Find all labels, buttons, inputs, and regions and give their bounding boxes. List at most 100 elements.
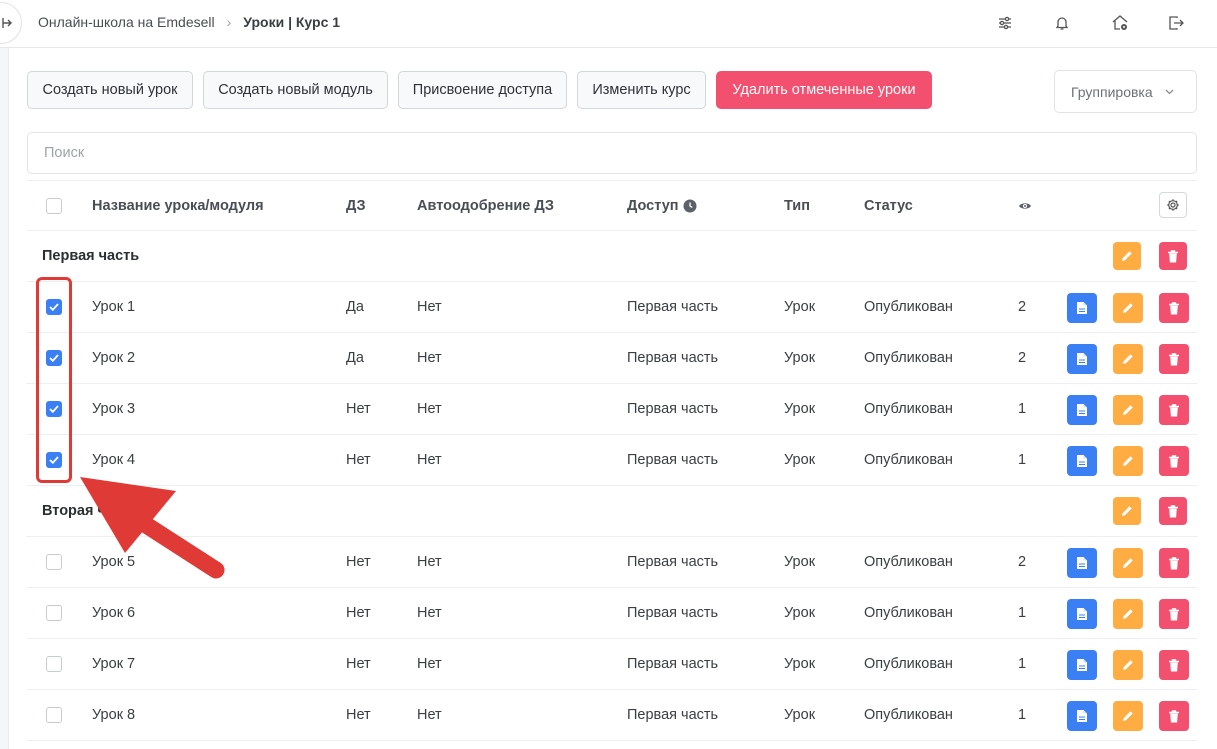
edit-lesson-button[interactable] bbox=[1113, 548, 1143, 578]
chevron-down-icon bbox=[1165, 86, 1174, 98]
delete-module-button[interactable] bbox=[1159, 497, 1187, 525]
lesson-name[interactable]: Урок 4 bbox=[92, 435, 135, 485]
document-icon bbox=[1077, 659, 1087, 671]
header-auto-approve[interactable]: Автоодобрение ДЗ bbox=[417, 181, 554, 230]
view-lesson-button[interactable] bbox=[1067, 344, 1097, 374]
bell-icon[interactable] bbox=[1052, 13, 1072, 33]
edit-lesson-button[interactable] bbox=[1113, 701, 1143, 731]
sidebar-collapse-button[interactable] bbox=[0, 2, 22, 44]
row-checkbox[interactable] bbox=[46, 707, 62, 723]
lesson-views: 1 bbox=[1018, 707, 1027, 723]
lesson-name[interactable]: Урок 5 bbox=[92, 537, 135, 587]
pencil-icon bbox=[1123, 711, 1133, 721]
trash-icon bbox=[1168, 249, 1178, 262]
row-checkbox[interactable] bbox=[46, 656, 62, 672]
trash-icon bbox=[1169, 658, 1179, 671]
pencil-icon bbox=[1123, 303, 1133, 313]
delete-lesson-button[interactable] bbox=[1159, 548, 1189, 578]
home-settings-icon[interactable] bbox=[1110, 13, 1130, 33]
collapse-icon bbox=[2, 18, 12, 28]
edit-lesson-button[interactable] bbox=[1113, 446, 1143, 476]
lesson-auto-approve: Нет bbox=[417, 401, 442, 417]
view-lesson-button[interactable] bbox=[1067, 395, 1097, 425]
select-all-cell bbox=[46, 181, 62, 230]
top-bar: Онлайн-школа на Emdesell › Уроки | Курс … bbox=[0, 0, 1217, 48]
create-lesson-button[interactable]: Создать новый урок bbox=[27, 71, 193, 109]
edit-course-button[interactable]: Изменить курс bbox=[577, 71, 706, 109]
lesson-access: Первая часть bbox=[627, 554, 719, 570]
search-input[interactable] bbox=[27, 132, 1197, 174]
lesson-name[interactable]: Урок 3 bbox=[92, 384, 135, 434]
lesson-hw: Да bbox=[346, 299, 364, 315]
delete-lesson-button[interactable] bbox=[1159, 395, 1189, 425]
edit-module-button[interactable] bbox=[1113, 242, 1141, 270]
table-row[interactable]: Урок 1 Да Нет Первая часть Урок Опублико… bbox=[27, 282, 1197, 333]
edit-module-button[interactable] bbox=[1113, 497, 1141, 525]
breadcrumb-school-link[interactable]: Онлайн-школа на Emdesell bbox=[38, 14, 215, 30]
edit-lesson-button[interactable] bbox=[1113, 650, 1143, 680]
trash-icon bbox=[1168, 504, 1178, 517]
lesson-name[interactable]: Урок 8 bbox=[92, 690, 135, 740]
assign-access-button[interactable]: Присвоение доступа bbox=[398, 71, 567, 109]
select-all-checkbox[interactable] bbox=[46, 197, 62, 214]
view-lesson-button[interactable] bbox=[1067, 293, 1097, 323]
row-checkbox[interactable] bbox=[46, 554, 62, 570]
lesson-type: Урок bbox=[784, 554, 816, 570]
lesson-views: 2 bbox=[1018, 299, 1027, 315]
header-hw[interactable]: ДЗ bbox=[346, 181, 366, 230]
view-lesson-button[interactable] bbox=[1067, 446, 1097, 476]
table-row[interactable]: Урок 2 Да Нет Первая часть Урок Опублико… bbox=[27, 333, 1197, 384]
header-status[interactable]: Статус bbox=[864, 181, 913, 230]
table-row[interactable]: Урок 3 Нет Нет Первая часть Урок Опублик… bbox=[27, 384, 1197, 435]
lesson-hw: Нет bbox=[346, 707, 371, 723]
delete-selected-button[interactable]: Удалить отмеченные уроки bbox=[716, 71, 932, 109]
delete-lesson-button[interactable] bbox=[1159, 599, 1189, 629]
trash-icon bbox=[1169, 352, 1179, 365]
delete-module-button[interactable] bbox=[1159, 242, 1187, 270]
row-checkbox[interactable] bbox=[46, 605, 62, 621]
module-title: Вторая ч bbox=[42, 503, 106, 519]
table-row[interactable]: Урок 7 Нет Нет Первая часть Урок Опублик… bbox=[27, 639, 1197, 690]
lesson-name[interactable]: Урок 7 bbox=[92, 639, 135, 689]
lesson-name[interactable]: Урок 1 bbox=[92, 282, 135, 332]
table-row[interactable]: Урок 6 Нет Нет Первая часть Урок Опублик… bbox=[27, 588, 1197, 639]
delete-lesson-button[interactable] bbox=[1159, 650, 1189, 680]
table-row[interactable]: Урок 5 Нет Нет Первая часть Урок Опублик… bbox=[27, 537, 1197, 588]
view-lesson-button[interactable] bbox=[1067, 548, 1097, 578]
header-name[interactable]: Название урока/модуля bbox=[92, 181, 264, 230]
lesson-type: Урок bbox=[784, 656, 816, 672]
delete-lesson-button[interactable] bbox=[1159, 293, 1189, 323]
header-type[interactable]: Тип bbox=[784, 181, 810, 230]
edit-lesson-button[interactable] bbox=[1113, 293, 1143, 323]
lesson-name[interactable]: Урок 2 bbox=[92, 333, 135, 383]
delete-lesson-button[interactable] bbox=[1159, 344, 1189, 374]
lesson-status: Опубликован bbox=[864, 656, 953, 672]
logout-icon[interactable] bbox=[1166, 13, 1186, 33]
gear-icon bbox=[1167, 199, 1179, 211]
lesson-type: Урок bbox=[784, 299, 816, 315]
view-lesson-button[interactable] bbox=[1067, 599, 1097, 629]
edit-lesson-button[interactable] bbox=[1113, 599, 1143, 629]
lesson-hw: Нет bbox=[346, 656, 371, 672]
lesson-type: Урок bbox=[784, 452, 816, 468]
header-access[interactable]: Доступ bbox=[627, 181, 697, 230]
create-module-button[interactable]: Создать новый модуль bbox=[203, 71, 388, 109]
table-row[interactable]: Урок 8 Нет Нет Первая часть Урок Опублик… bbox=[27, 690, 1197, 741]
view-lesson-button[interactable] bbox=[1067, 650, 1097, 680]
lesson-status: Опубликован bbox=[864, 350, 953, 366]
table-settings-button[interactable] bbox=[1159, 192, 1187, 218]
lesson-access: Первая часть bbox=[627, 401, 719, 417]
view-lesson-button[interactable] bbox=[1067, 701, 1097, 731]
edit-lesson-button[interactable] bbox=[1113, 344, 1143, 374]
lesson-status: Опубликован bbox=[864, 452, 953, 468]
sliders-icon[interactable] bbox=[995, 13, 1015, 33]
row-checkbox-cell bbox=[46, 639, 62, 689]
delete-lesson-button[interactable] bbox=[1159, 446, 1189, 476]
lesson-views: 2 bbox=[1018, 350, 1027, 366]
edit-lesson-button[interactable] bbox=[1113, 395, 1143, 425]
delete-lesson-button[interactable] bbox=[1159, 701, 1189, 731]
document-icon bbox=[1077, 455, 1087, 467]
lesson-name[interactable]: Урок 6 bbox=[92, 588, 135, 638]
grouping-select[interactable]: Группировка bbox=[1054, 70, 1197, 113]
table-row[interactable]: Урок 4 Нет Нет Первая часть Урок Опублик… bbox=[27, 435, 1197, 486]
